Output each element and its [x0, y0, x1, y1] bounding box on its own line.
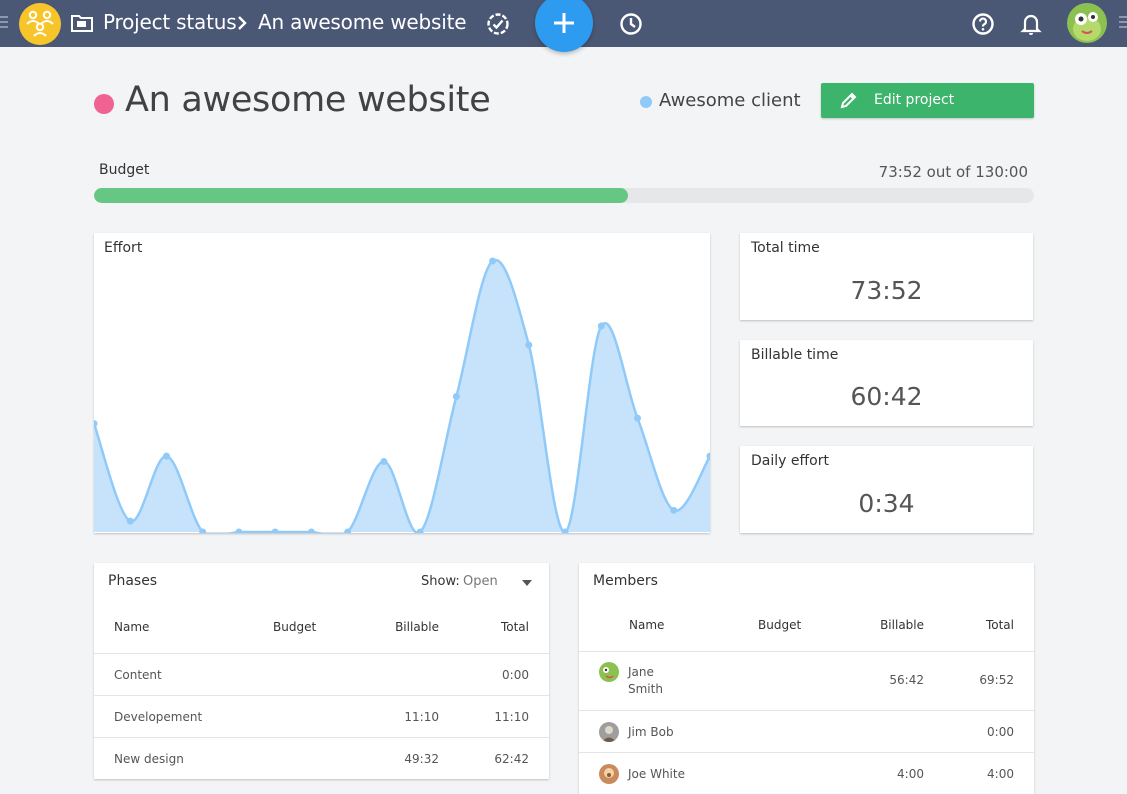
phase-name: New design	[114, 752, 184, 766]
member-total: 69:52	[979, 673, 1014, 687]
column-header-total[interactable]: Total	[986, 618, 1014, 632]
phase-total: 11:10	[494, 710, 529, 724]
effort-point[interactable]	[380, 458, 388, 466]
row-divider	[94, 737, 549, 738]
show-filter-label: Show:	[421, 574, 460, 589]
stat-card-total-time: Total time 73:52	[740, 233, 1033, 320]
effort-chart-card: Effort	[94, 233, 710, 533]
app-logo[interactable]	[19, 3, 61, 45]
member-first-name: Jane	[628, 665, 654, 679]
check-badge-icon[interactable]	[486, 12, 510, 36]
member-name: Jim Bob	[628, 725, 674, 739]
phase-total: 62:42	[494, 752, 529, 766]
budget-progress-fill	[94, 188, 628, 203]
stat-title: Billable time	[751, 347, 839, 363]
effort-chart	[94, 257, 711, 534]
person-avatar-icon	[602, 726, 616, 742]
clock-icon[interactable]	[619, 12, 643, 36]
effort-point[interactable]	[126, 517, 134, 525]
effort-title: Effort	[104, 240, 143, 256]
member-billable: 56:42	[889, 673, 924, 687]
phase-billable: 11:10	[404, 710, 439, 724]
effort-point[interactable]	[525, 341, 533, 349]
stat-card-billable-time: Billable time 60:42	[740, 340, 1033, 426]
phase-name: Content	[114, 668, 162, 682]
effort-point[interactable]	[489, 257, 497, 265]
members-card: Members Name Budget Billable Total Jane …	[579, 563, 1034, 794]
row-divider	[579, 752, 1034, 753]
chameleon-avatar-icon	[603, 667, 614, 679]
column-header-total[interactable]: Total	[501, 620, 529, 634]
client-color-dot	[640, 96, 652, 108]
folder-icon	[71, 15, 93, 32]
member-name: Joe White	[628, 767, 685, 781]
phases-title: Phases	[108, 573, 158, 589]
member-total: 4:00	[987, 767, 1014, 781]
phase-name: Developement	[114, 710, 203, 724]
caret-down-icon[interactable]	[522, 580, 532, 586]
phase-total: 0:00	[502, 668, 529, 682]
member-avatar	[599, 662, 619, 682]
budget-label: Budget	[99, 162, 150, 178]
budget-progress-bar	[94, 188, 1034, 203]
pencil-icon	[840, 92, 857, 109]
column-header-billable[interactable]: Billable	[880, 618, 924, 632]
top-bar: Project status An awesome website	[0, 0, 1127, 52]
help-icon[interactable]	[971, 12, 995, 36]
edit-project-label: Edit project	[874, 92, 955, 108]
bell-icon[interactable]	[1020, 12, 1042, 36]
members-title: Members	[593, 573, 658, 589]
effort-point[interactable]	[634, 414, 642, 422]
effort-point[interactable]	[94, 420, 98, 428]
row-divider	[94, 653, 549, 654]
effort-point[interactable]	[597, 322, 605, 330]
budget-value: 73:52 out of 130:00	[878, 163, 1028, 181]
stat-title: Daily effort	[751, 453, 829, 469]
user-avatar[interactable]	[1067, 3, 1107, 43]
effort-point[interactable]	[235, 528, 243, 534]
phases-card: Phases Show: Open Name Budget Billable T…	[94, 563, 549, 779]
row-divider	[579, 651, 1034, 652]
stat-value: 60:42	[850, 382, 923, 411]
member-avatar	[599, 764, 619, 784]
client-name[interactable]: Awesome client	[659, 90, 801, 111]
effort-point[interactable]	[162, 452, 170, 460]
page-title: An awesome website	[125, 80, 491, 120]
chameleon-avatar-icon	[1073, 12, 1101, 41]
add-button[interactable]	[535, 0, 593, 52]
edit-project-button[interactable]: Edit project	[821, 83, 1034, 118]
row-divider	[94, 695, 549, 696]
column-header-budget[interactable]: Budget	[273, 620, 316, 634]
stat-value: 73:52	[850, 276, 923, 305]
person-avatar-icon	[604, 768, 614, 778]
people-network-icon	[26, 10, 54, 37]
plus-icon	[554, 13, 574, 33]
project-color-dot	[94, 94, 114, 114]
column-header-billable[interactable]: Billable	[395, 620, 439, 634]
member-total: 0:00	[987, 725, 1014, 739]
breadcrumb-current: An awesome website	[258, 10, 467, 34]
phase-billable: 49:32	[404, 752, 439, 766]
chevron-right-icon	[238, 16, 247, 30]
stat-value: 0:34	[858, 489, 915, 518]
show-filter-value[interactable]: Open	[463, 574, 498, 589]
effort-point[interactable]	[307, 528, 315, 534]
member-last-name: Smith	[628, 682, 663, 696]
row-divider	[579, 710, 1034, 711]
left-menu-handle[interactable]	[0, 16, 8, 30]
column-header-budget[interactable]: Budget	[758, 618, 801, 632]
member-avatar	[599, 722, 619, 742]
member-billable: 4:00	[897, 767, 924, 781]
stat-title: Total time	[751, 240, 820, 256]
effort-point[interactable]	[452, 393, 460, 400]
column-header-name[interactable]: Name	[629, 618, 664, 632]
effort-point[interactable]	[271, 528, 279, 534]
effort-point[interactable]	[670, 506, 678, 514]
stat-card-daily-effort: Daily effort 0:34	[740, 446, 1033, 533]
breadcrumb-root[interactable]: Project status	[103, 10, 237, 34]
right-menu-handle[interactable]	[1119, 16, 1127, 30]
column-header-name[interactable]: Name	[114, 620, 149, 634]
effort-point[interactable]	[706, 452, 711, 460]
